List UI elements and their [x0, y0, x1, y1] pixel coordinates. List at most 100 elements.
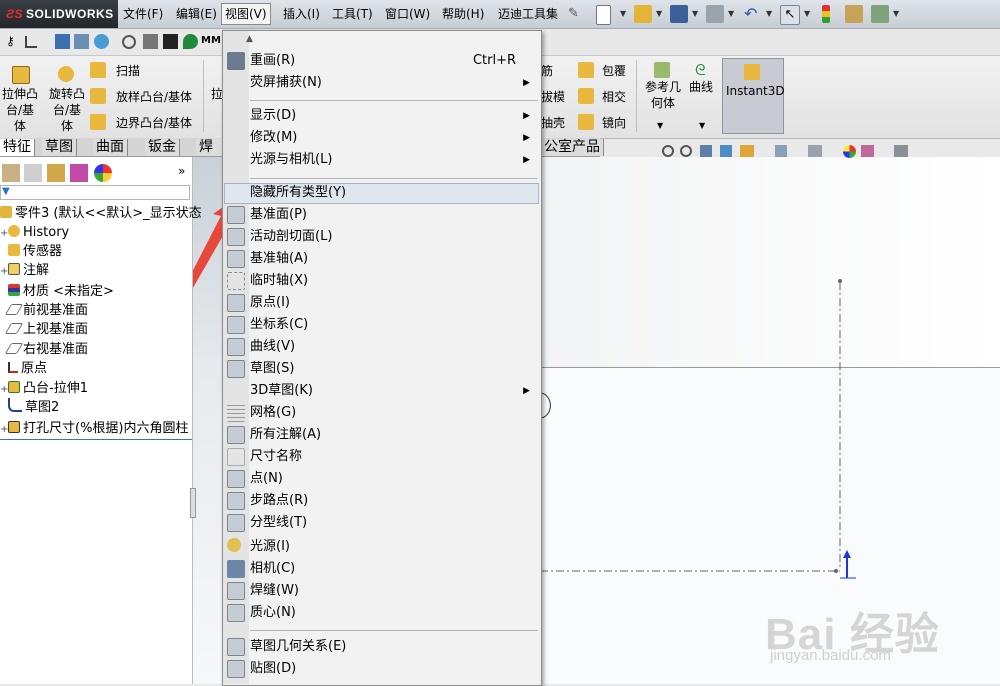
- sketch-relations-icon: [227, 638, 245, 656]
- tree-item-hole-wizard[interactable]: + 打孔尺寸(%根据)内六角圆柱: [0, 419, 189, 438]
- menu-item-parting-lines[interactable]: 分型线(T): [250, 512, 538, 534]
- expand-icon[interactable]: +: [0, 224, 8, 243]
- menu-item-decals[interactable]: 贴图(D): [250, 658, 538, 680]
- menu-item-label: 步路点(R): [250, 493, 309, 508]
- material-icon: [8, 284, 20, 296]
- menu-item-label: 隐藏所有类型(Y): [250, 185, 347, 200]
- dimension-names-icon: [227, 448, 245, 466]
- scroll-up-icon[interactable]: ▲: [246, 34, 253, 44]
- menu-item-label: 分型线(T): [250, 515, 308, 530]
- rollback-bar[interactable]: [0, 439, 192, 440]
- menu-item-label: 修改(M): [250, 130, 298, 145]
- menu-item-label: 3D草图(K): [250, 383, 313, 398]
- menu-item-axes[interactable]: 基准轴(A): [250, 248, 538, 270]
- annotation-icon: [227, 426, 245, 444]
- plane-icon: [4, 304, 24, 315]
- display-manager-tab-icon[interactable]: [94, 164, 112, 182]
- configuration-manager-tab-icon[interactable]: [47, 164, 65, 182]
- menu-item-sketches[interactable]: 草图(S): [250, 358, 538, 380]
- center-of-mass-icon: [227, 604, 245, 622]
- menu-item-lights-cameras[interactable]: 光源与相机(L) ▶: [250, 149, 538, 171]
- hole-wizard-icon: [8, 421, 20, 433]
- route-point-icon: [227, 492, 245, 510]
- expand-icon[interactable]: +: [0, 262, 8, 281]
- section-plane-icon: [227, 228, 245, 246]
- menu-item-label: 光源(I): [250, 539, 290, 554]
- panel-splitter-handle[interactable]: [190, 488, 196, 518]
- tree-filter-input[interactable]: [0, 185, 190, 200]
- temporary-axis-icon: [227, 272, 245, 290]
- menu-item-sketch-relations[interactable]: 草图几何关系(E): [250, 636, 538, 658]
- point-icon: [227, 470, 245, 488]
- tree-item-label: 前视基准面: [23, 303, 89, 318]
- tree-item-boss-extrude[interactable]: + 凸台-拉伸1: [0, 379, 88, 398]
- menu-item-label: 显示(D): [250, 108, 297, 123]
- menu-item-curves[interactable]: 曲线(V): [250, 336, 538, 358]
- axis-icon: [227, 250, 245, 268]
- part-icon: [0, 206, 12, 218]
- tree-item-origin[interactable]: 原点: [0, 359, 47, 378]
- menu-item-3d-sketch[interactable]: 3D草图(K) ▶: [250, 380, 538, 402]
- menu-item-label: 活动剖切面(L): [250, 229, 333, 244]
- tree-item-history[interactable]: + History: [0, 223, 69, 242]
- tree-item-label: History: [23, 225, 70, 240]
- menu-item-origins[interactable]: 原点(I): [250, 292, 538, 314]
- tree-item-label: 打孔尺寸(%根据)内六角圆柱: [23, 421, 189, 436]
- tree-item-sensors[interactable]: 传感器: [0, 242, 62, 261]
- menu-item-cameras[interactable]: 相机(C): [250, 558, 538, 580]
- tree-item-top-plane[interactable]: 上视基准面: [0, 320, 88, 339]
- redraw-icon: [227, 52, 245, 70]
- axis-corner-point: [834, 569, 838, 573]
- menu-item-route-points[interactable]: 步路点(R): [250, 490, 538, 512]
- plane-icon: [4, 323, 24, 334]
- menu-item-screen-capture[interactable]: 荧屏捕获(N) ▶: [250, 72, 538, 94]
- menu-item-live-section-planes[interactable]: 活动剖切面(L): [250, 226, 538, 248]
- menu-item-coordinate-systems[interactable]: 坐标系(C): [250, 314, 538, 336]
- menu-item-label: 重画(R): [250, 53, 296, 68]
- menu-item-label: 贴图(D): [250, 661, 297, 676]
- menu-item-redraw[interactable]: 重画(R) Ctrl+R: [250, 50, 538, 72]
- menu-item-modify[interactable]: 修改(M) ▶: [250, 127, 538, 149]
- tree-item-label: 注解: [23, 263, 50, 278]
- menu-item-label: 相机(C): [250, 561, 296, 576]
- menu-item-all-annotations[interactable]: 所有注解(A): [250, 424, 538, 446]
- light-icon: [227, 538, 241, 552]
- sketch-icon: [8, 398, 22, 412]
- menu-item-hide-all-types[interactable]: 隐藏所有类型(Y): [250, 182, 538, 204]
- tree-item-material[interactable]: 材质 <未指定>: [0, 282, 114, 301]
- menu-item-planes[interactable]: 基准面(P): [250, 204, 538, 226]
- menu-item-display[interactable]: 显示(D) ▶: [250, 105, 538, 127]
- tree-item-sketch2[interactable]: 草图2: [0, 398, 59, 417]
- filter-funnel-icon[interactable]: ▼: [2, 186, 10, 197]
- history-icon: [8, 225, 20, 237]
- tree-root-label: 零件3 (默认<<默认>_显示状态: [15, 206, 202, 221]
- extrude-icon: [8, 381, 20, 393]
- menu-item-weld-beads[interactable]: 焊缝(W): [250, 580, 538, 602]
- tree-item-front-plane[interactable]: 前视基准面: [0, 301, 88, 320]
- coordinate-system-icon: [227, 316, 245, 334]
- grid-icon: [227, 404, 245, 422]
- menu-item-label: 网格(G): [250, 405, 297, 420]
- menu-item-temporary-axes[interactable]: 临时轴(X): [250, 270, 538, 292]
- origin-arrow-icon: [843, 550, 851, 558]
- menu-item-grid[interactable]: 网格(G): [250, 402, 538, 424]
- menu-item-lights[interactable]: 光源(I): [250, 536, 538, 558]
- submenu-arrow-icon: ▶: [523, 133, 530, 143]
- dimxpert-manager-tab-icon[interactable]: [70, 164, 88, 182]
- tree-item-right-plane[interactable]: 右视基准面: [0, 340, 88, 359]
- tree-item-label: 材质 <未指定>: [23, 284, 114, 299]
- menu-item-label: 点(N): [250, 471, 283, 486]
- expand-icon[interactable]: +: [0, 420, 8, 439]
- menu-item-points[interactable]: 点(N): [250, 468, 538, 490]
- sketch-icon: [227, 360, 245, 378]
- expand-icon[interactable]: +: [0, 380, 8, 399]
- tree-item-annotations[interactable]: + 注解: [0, 261, 49, 280]
- expand-panel-icon[interactable]: »: [178, 164, 185, 178]
- menu-item-dimension-names[interactable]: 尺寸名称: [250, 446, 538, 468]
- tree-root-part[interactable]: 零件3 (默认<<默认>_显示状态: [0, 204, 202, 223]
- menu-item-center-of-mass[interactable]: 质心(N): [250, 602, 538, 624]
- menu-separator: [250, 630, 538, 631]
- property-manager-tab-icon[interactable]: [24, 164, 42, 182]
- origin-icon: [227, 294, 245, 312]
- feature-manager-tab-icon[interactable]: [2, 164, 20, 182]
